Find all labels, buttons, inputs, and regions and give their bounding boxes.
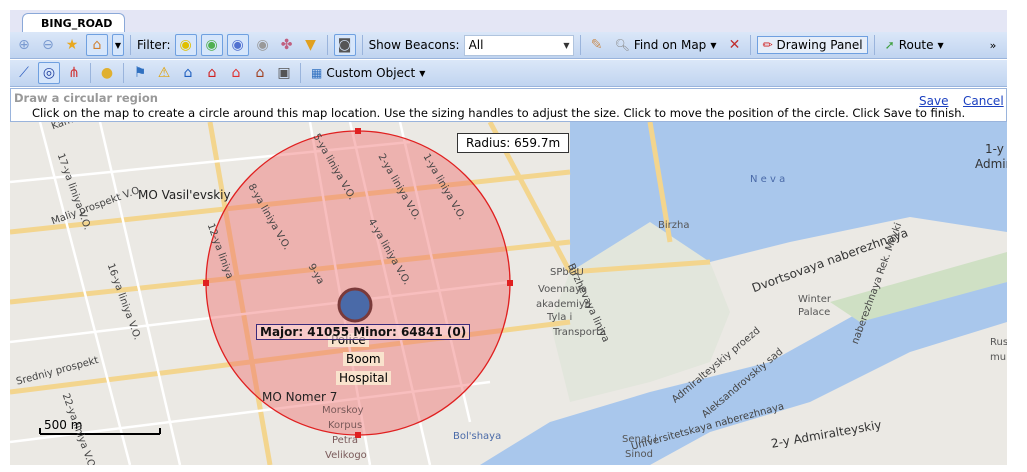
route-arrow-icon: ➚ [884, 38, 895, 52]
radius-tooltip: Radius: 659.7m [457, 133, 570, 153]
separator [300, 63, 301, 83]
hospital-house-icon[interactable]: ⌂ [202, 63, 222, 83]
ruler-icon[interactable]: ✎ [587, 35, 607, 55]
main-toolbar: ⊕ ⊖ ★ ⌂ ▼ Filter: ◉ ◉ ◉ ◉ ✤ ▼ ◙ Show Bea… [10, 32, 1007, 59]
drawing-panel-button[interactable]: ✏ Drawing Panel [757, 36, 868, 54]
separator [326, 35, 328, 55]
filter-gray-icon[interactable]: ◉ [253, 35, 273, 55]
instruction-text: Click on the map to create a circle arou… [32, 106, 966, 120]
route-button[interactable]: ➚ Route ▼ [881, 37, 948, 53]
poi-hospital[interactable]: Hospital [336, 371, 391, 385]
flag-icon[interactable]: ⚑ [130, 63, 150, 83]
tab-bing-road[interactable]: BING_ROAD [22, 13, 126, 33]
filter-blue-icon[interactable]: ◉ [226, 34, 249, 56]
map-label: Winter [798, 294, 831, 305]
separator [123, 63, 124, 83]
map-base [10, 122, 1007, 465]
filter-yellow-icon[interactable]: ◉ [174, 34, 197, 56]
beacon-icon[interactable]: ◙ [333, 34, 356, 56]
police-house-icon[interactable]: ⌂ [178, 63, 198, 83]
map-label: Senat i [622, 434, 657, 445]
red-house-icon[interactable]: ⌂ [226, 63, 246, 83]
map-label: 1-y [985, 142, 1004, 156]
beacon-marker-icon[interactable] [337, 287, 373, 323]
warning-icon[interactable]: ⚠ [154, 63, 174, 83]
separator [361, 35, 363, 55]
camera-icon[interactable]: ▣ [274, 63, 294, 83]
favorite-star-icon[interactable]: ★ [62, 35, 82, 55]
map-label: MO Vasil'evskiy [138, 188, 231, 202]
show-beacons-select[interactable]: All ▼ [463, 34, 574, 56]
filter-label: Filter: [137, 38, 171, 52]
separator [90, 63, 91, 83]
drawing-toolbar: ⟋ ◎ ⋔ ● ⚑ ⚠ ⌂ ⌂ ⌂ ⌂ ▣ ▦ Custom Object ▼ [10, 60, 1007, 87]
circle-handle-right[interactable] [507, 280, 513, 286]
map-label: MO Nomer 7 [262, 390, 338, 404]
map-label: mu [990, 352, 1007, 363]
polyline-tool-icon[interactable]: ⟋ [14, 63, 34, 83]
chevron-down-icon: ▼ [419, 68, 426, 78]
map-label: Palace [798, 307, 831, 318]
map-label: Velikogo [325, 450, 367, 461]
cancel-link[interactable]: Cancel [963, 94, 1004, 108]
custom-object-button[interactable]: ▦ Custom Object ▼ [307, 65, 429, 81]
map-canvas[interactable]: MO Vasil'evskiy Maliy prospekt V.O. 16-ya … [10, 122, 1007, 465]
coin-icon[interactable]: ● [97, 63, 117, 83]
separator [750, 35, 752, 55]
custom-object-icon: ▦ [311, 66, 323, 80]
map-label: N e v a [750, 174, 786, 185]
house-icon[interactable]: ⌂ [250, 63, 270, 83]
chevron-down-icon: ▼ [563, 40, 570, 50]
separator [130, 35, 131, 55]
map-label: Russ [990, 337, 1007, 348]
circle-handle-top[interactable] [355, 128, 361, 134]
overflow-chevron-icon[interactable]: » [983, 35, 1003, 55]
find-on-map-label: Find on Map [633, 38, 707, 52]
beacon-label[interactable]: Major: 41055 Minor: 64841 (0) [256, 324, 471, 340]
map-label: Morskoy [322, 405, 364, 416]
drawn-circle-region[interactable] [205, 130, 511, 436]
poi-boom[interactable]: Boom [343, 352, 384, 366]
show-beacons-value: All [468, 37, 484, 52]
map-label: Birzha [658, 220, 690, 231]
separator [579, 35, 581, 55]
map-label: Admiralte [975, 157, 1007, 171]
scale-label: 500 m [44, 418, 83, 432]
custom-object-label: Custom Object [326, 66, 416, 80]
filter-green-icon[interactable]: ◉ [200, 34, 223, 56]
funnel-icon[interactable]: ▼ [301, 35, 321, 55]
show-beacons-label: Show Beacons: [368, 38, 460, 52]
network-tool-icon[interactable]: ⋔ [64, 63, 84, 83]
chevron-down-icon: ▼ [710, 40, 717, 50]
route-label: Route [898, 38, 934, 52]
map-label: Tyla i [547, 312, 573, 323]
filter-multi-icon[interactable]: ✤ [277, 35, 297, 55]
clear-search-icon[interactable]: ✕ [724, 35, 744, 55]
map-label: Sinod [625, 449, 653, 460]
map-label: Korpus [328, 420, 363, 431]
circle-handle-left[interactable] [203, 280, 209, 286]
drawing-panel-label: Drawing Panel [776, 38, 863, 52]
chevron-down-icon: ▼ [937, 40, 944, 50]
zoom-out-icon[interactable]: ⊖ [38, 35, 58, 55]
home-icon[interactable]: ⌂ [86, 34, 108, 56]
pencil-icon: ✏ [762, 38, 773, 52]
tab-strip: BING_ROAD [10, 10, 1007, 33]
map-label: Petra [332, 435, 358, 446]
home-dropdown-icon[interactable]: ▼ [112, 34, 124, 56]
find-on-map-button[interactable]: 🔍︎ Find on Map ▼ [611, 37, 721, 53]
separator [873, 35, 875, 55]
map-label: Bol'shaya [453, 431, 502, 442]
instruction-panel: Draw a circular region Click on the map … [10, 88, 1007, 122]
circle-tool-icon[interactable]: ◎ [38, 62, 60, 84]
search-icon: 🔍︎ [614, 38, 630, 52]
save-link[interactable]: Save [919, 94, 948, 108]
instruction-title: Draw a circular region [14, 91, 158, 105]
zoom-in-icon[interactable]: ⊕ [14, 35, 34, 55]
